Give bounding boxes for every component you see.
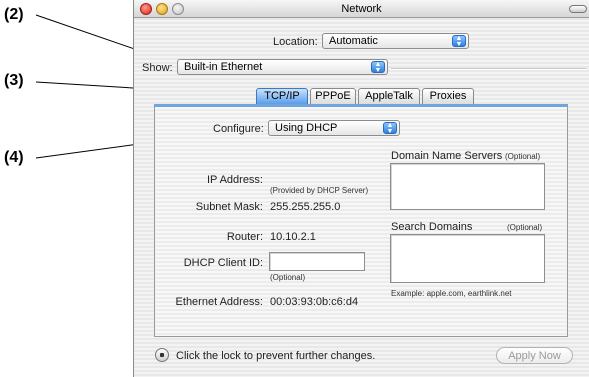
- dns-label: Domain Name Servers: [391, 150, 503, 162]
- configure-value: Using DHCP: [275, 122, 338, 134]
- tab-pppoe[interactable]: PPPoE: [310, 88, 356, 105]
- ip-address-label: IP Address:: [206, 174, 263, 186]
- dns-field[interactable]: [390, 163, 545, 210]
- location-popup[interactable]: Automatic ▲ ▼: [322, 33, 469, 49]
- tab-label: AppleTalk: [365, 90, 413, 102]
- updown-arrows-icon: ▲ ▼: [383, 122, 397, 135]
- tcpip-panel: Configure: Using DHCP ▲ ▼ IP Address: (Pr…: [154, 104, 568, 337]
- ethernet-address-value: 00:03:93:0b:c6:d4: [270, 296, 359, 308]
- tab-label: Proxies: [429, 90, 467, 102]
- show-value: Built-in Ethernet: [184, 61, 263, 73]
- dns-optional: (Optional): [505, 152, 541, 161]
- tab-tcpip[interactable]: TCP/IP: [256, 88, 308, 105]
- search-domains-example: Example: apple.com, earthlink.net: [391, 289, 512, 298]
- window-title: Network: [341, 3, 382, 15]
- updown-arrows-icon: ▲ ▼: [371, 61, 385, 74]
- location-label: Location:: [273, 36, 318, 48]
- dhcp-client-id-label: DHCP Client ID:: [183, 257, 263, 269]
- subnet-mask-label: Subnet Mask:: [195, 201, 263, 213]
- dhcp-client-id-field[interactable]: [269, 252, 365, 271]
- lock-text: Click the lock to prevent further change…: [176, 350, 376, 362]
- ethernet-address-label: Ethernet Address:: [175, 296, 263, 308]
- apply-now-button[interactable]: Apply Now: [496, 347, 573, 364]
- separator: [391, 68, 586, 70]
- location-value: Automatic: [329, 35, 378, 47]
- dhcp-client-id-note: (Optional): [270, 273, 306, 282]
- title-bar: Network: [134, 0, 589, 18]
- search-domains-field[interactable]: [390, 234, 545, 283]
- configure-popup[interactable]: Using DHCP ▲ ▼: [268, 120, 400, 136]
- tab-appletalk[interactable]: AppleTalk: [358, 88, 420, 105]
- subnet-mask-value: 255.255.255.0: [270, 201, 341, 213]
- configure-label: Configure:: [213, 123, 264, 135]
- network-window: Network Location: Automatic ▲ ▼ Show: Bui…: [133, 0, 589, 377]
- search-domains-label: Search Domains: [391, 221, 473, 233]
- tab-label: TCP/IP: [264, 90, 300, 102]
- tab-label: PPPoE: [315, 90, 351, 102]
- updown-arrows-icon: ▲ ▼: [452, 35, 466, 48]
- lock-icon[interactable]: [155, 348, 169, 362]
- show-label: Show:: [142, 62, 173, 74]
- show-popup[interactable]: Built-in Ethernet ▲ ▼: [177, 59, 388, 75]
- toolbar-toggle-button[interactable]: [569, 5, 587, 13]
- router-value: 10.10.2.1: [270, 231, 316, 243]
- router-label: Router:: [226, 231, 263, 243]
- ip-address-note: (Provided by DHCP Server): [270, 186, 369, 195]
- tab-proxies[interactable]: Proxies: [422, 88, 474, 105]
- search-domains-optional: (Optional): [507, 223, 543, 232]
